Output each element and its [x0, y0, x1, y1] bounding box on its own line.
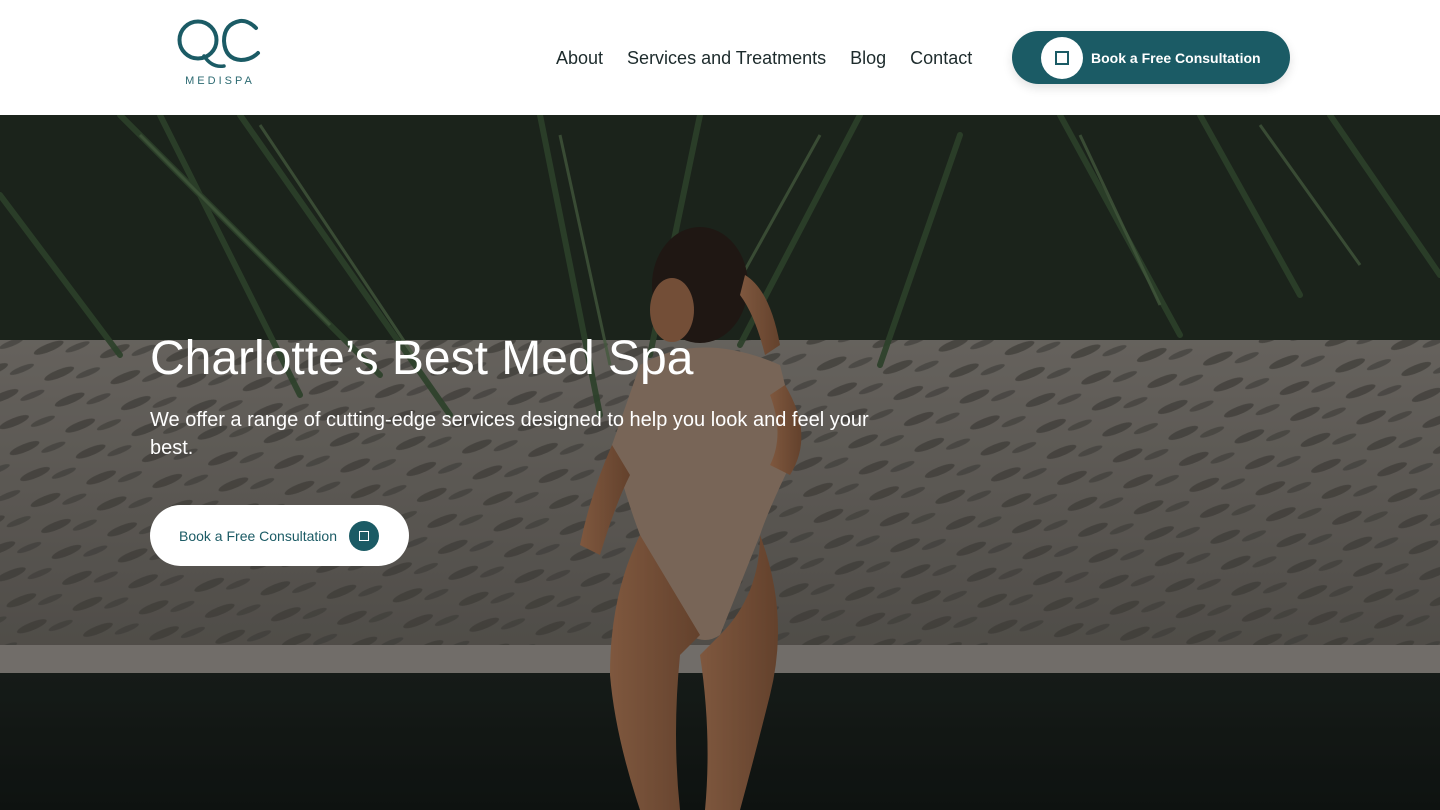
- header-cta-label: Book a Free Consultation: [1091, 49, 1261, 66]
- square-icon: [348, 520, 379, 551]
- nav-link-contact[interactable]: Contact: [910, 47, 972, 69]
- header-book-consultation-button[interactable]: Book a Free Consultation: [1012, 31, 1290, 84]
- square-icon: [1041, 36, 1083, 79]
- nav-link-about[interactable]: About: [556, 47, 603, 69]
- hero-cta-label: Book a Free Consultation: [179, 527, 337, 544]
- qc-monogram-icon: [177, 18, 260, 69]
- hero-section: Charlotte’s Best Med Spa We offer a rang…: [0, 115, 1440, 810]
- hero-title: Charlotte’s Best Med Spa: [150, 332, 694, 385]
- nav-link-blog[interactable]: Blog: [850, 47, 886, 69]
- main-nav: About Services and Treatments Blog Conta…: [556, 46, 972, 70]
- site-header: MEDISPA About Services and Treatments Bl…: [0, 0, 1440, 115]
- logo[interactable]: MEDISPA: [174, 16, 266, 90]
- hero-overlay: [0, 115, 1440, 810]
- hero-subtitle: We offer a range of cutting-edge service…: [150, 409, 869, 459]
- nav-link-services[interactable]: Services and Treatments: [627, 47, 826, 69]
- hero-book-consultation-button[interactable]: Book a Free Consultation: [150, 505, 409, 566]
- logo-wordmark: MEDISPA: [185, 75, 255, 87]
